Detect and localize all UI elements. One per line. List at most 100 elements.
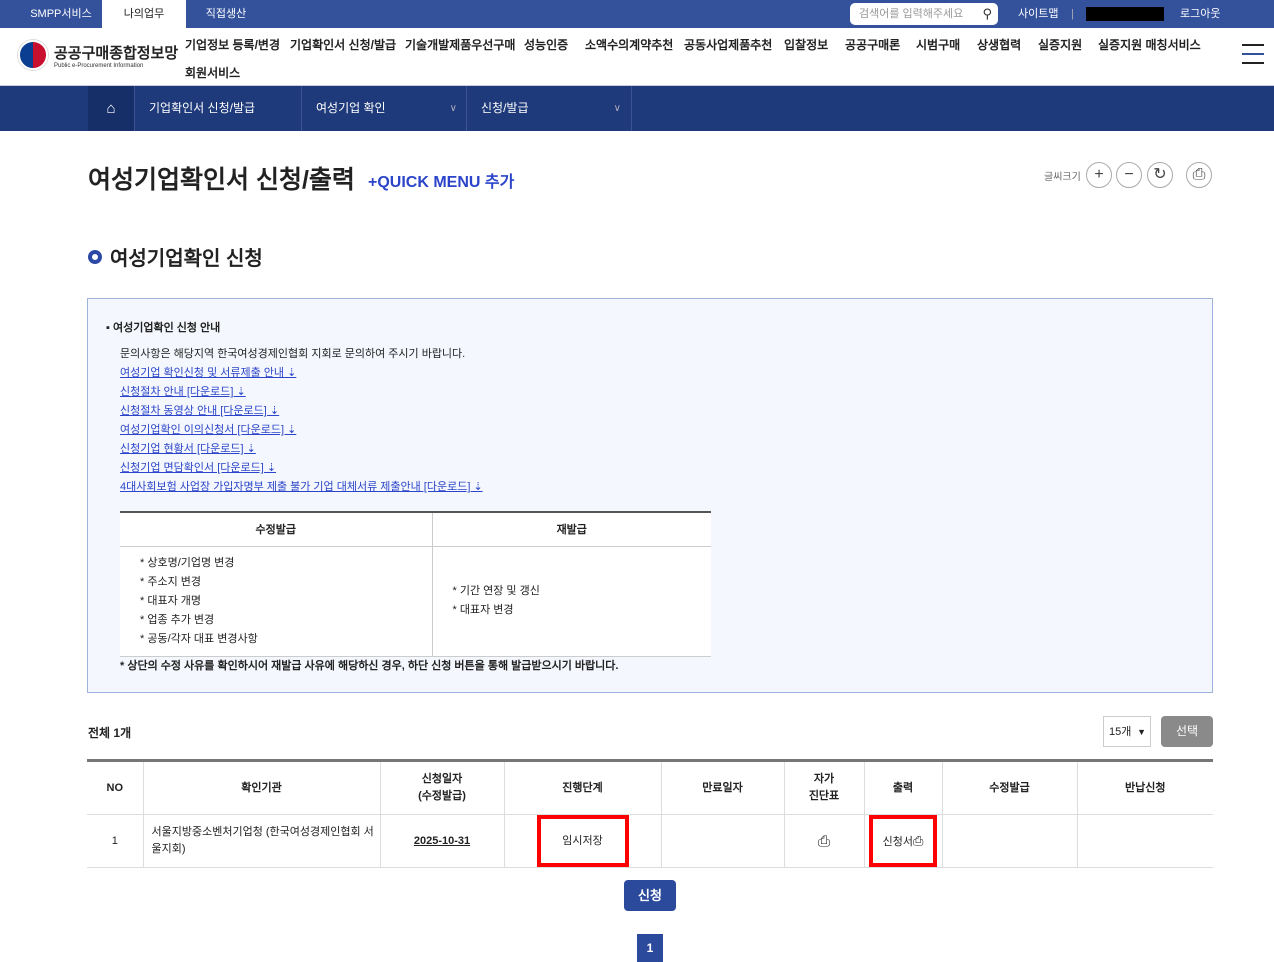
redacted-username xyxy=(1086,7,1164,21)
search-icon[interactable]: ⚲ xyxy=(982,3,992,25)
download-link[interactable]: 신청절차 안내 [다운로드] ⇣ xyxy=(120,383,246,399)
info-desc: 문의사항은 해당지역 한국여성경제인협회 지회로 문의하여 주시기 바랍니다. xyxy=(120,348,466,360)
column-header: 확인기관 xyxy=(142,759,380,815)
bullet-ring-icon xyxy=(88,249,102,264)
info-title-text: 여성기업확인 신청 안내 xyxy=(112,322,221,334)
column-header: 반납신청 xyxy=(1076,759,1213,815)
page-title: 여성기업확인서 신청/출력 xyxy=(88,166,355,194)
list-item: * 대표자 변경 xyxy=(452,604,514,616)
row-agency: 서울지방중소벤처기업청 (한국여성경제인협회 서울지회) xyxy=(142,814,380,868)
caret-down-icon: ▼ xyxy=(1137,727,1146,737)
download-link[interactable]: 신청기업 면담확인서 [다운로드] ⇣ xyxy=(120,459,276,475)
list-item: * 상호명/기업명 변경 xyxy=(140,556,235,569)
breadcrumb-dropdown[interactable]: 여성기업 확인 ∨ xyxy=(301,86,467,131)
column-header: NO xyxy=(87,759,143,815)
section-title-text: 여성기업확인 신청 xyxy=(110,248,263,270)
column-header: 자가 진단표 xyxy=(783,759,864,815)
breadcrumb-label: 기업확인서 신청/발급 xyxy=(149,101,256,115)
info-box: ▪ 여성기업확인 신청 안내 문의사항은 해당지역 한국여성경제인협회 지회로 … xyxy=(87,298,1213,693)
gnb-item[interactable]: 공동사업제품추천 xyxy=(684,36,772,53)
column-header: 신청일자 (수정발급) xyxy=(379,759,504,815)
download-link[interactable]: 여성기업확인 이의신청서 [다운로드] ⇣ xyxy=(120,421,296,437)
gnb-item[interactable]: 기업확인서 신청/발급 xyxy=(290,36,396,53)
gnb-item[interactable]: 입찰정보 xyxy=(784,36,828,53)
search-placeholder: 검색어를 입력해주세요 xyxy=(859,8,964,20)
logo-subtitle: Public e-Procurement Information xyxy=(54,62,144,69)
page-size-select[interactable]: 15개 ▼ xyxy=(1103,716,1151,747)
column-header: 출력 xyxy=(863,759,942,815)
info-note: * 상단의 수정 사유를 확인하시어 재발급 사유에 해당하신 경우, 하단 신… xyxy=(120,660,619,672)
divider: | xyxy=(1071,8,1074,20)
gnb-item[interactable]: 회원서비스 xyxy=(185,64,240,81)
pagination-page-1[interactable]: 1 xyxy=(637,934,663,962)
tab-my-work[interactable]: 나의업무 xyxy=(102,0,186,28)
list-item: * 기간 연장 및 갱신 xyxy=(452,585,540,597)
row-expiry xyxy=(660,814,784,868)
reset-icon[interactable]: ↻ xyxy=(1147,162,1173,188)
breadcrumb-nav: ⌂ 기업확인서 신청/발급 여성기업 확인 ∨ 신청/발급 ∨ xyxy=(0,86,1274,131)
logout-link[interactable]: 로그아웃 xyxy=(1180,0,1220,28)
list-item: * 공동/각자 대표 변경사항 xyxy=(140,632,258,645)
tab-smpp[interactable]: SMPP서비스 xyxy=(18,0,104,28)
row-return xyxy=(1076,814,1213,868)
download-link[interactable]: 4대사회보험 사업장 가입자명부 제출 불가 기업 대체서류 제출안내 [다운로… xyxy=(120,478,483,494)
search-input[interactable]: 검색어를 입력해주세요 ⚲ xyxy=(850,3,998,25)
gnb-item[interactable]: 기술개발제품우선구매 xyxy=(405,36,515,53)
gnb-item[interactable]: 공공구매론 xyxy=(845,36,900,53)
breadcrumb-dropdown[interactable]: 신청/발급 ∨ xyxy=(466,86,632,131)
info-title: ▪ 여성기업확인 신청 안내 xyxy=(106,322,221,334)
top-bar: SMPP서비스 나의업무 직접생산 검색어를 입력해주세요 ⚲ 사이트맵 | 로그… xyxy=(0,0,1274,28)
home-icon[interactable]: ⌂ xyxy=(88,86,134,131)
zoom-in-icon[interactable]: + xyxy=(1086,162,1112,188)
logo-title: 공공구매종합정보망 xyxy=(54,44,179,62)
download-link[interactable]: 여성기업 확인신청 및 서류제출 안내 ⇣ xyxy=(120,364,296,380)
quick-menu-add-link[interactable]: +QUICK MENU 추가 xyxy=(368,168,514,192)
application-table: NO 확인기관 신청일자 (수정발급) 진행단계 만료일자 자가 진단표 출력 … xyxy=(87,759,1213,868)
row-no: 1 xyxy=(87,814,143,868)
print-icon[interactable]: ⎙ xyxy=(913,833,923,848)
menu-icon[interactable] xyxy=(1242,44,1264,71)
logo[interactable]: 공공구매종합정보망 Public e-Procurement Informatio… xyxy=(18,40,178,70)
column-header: 만료일자 xyxy=(660,759,784,815)
print-icon[interactable]: ⎙ xyxy=(1186,162,1212,188)
page-size-value: 15개 xyxy=(1109,726,1132,738)
column-header: 수정발급 xyxy=(120,511,432,547)
list-item: * 대표자 개명 xyxy=(140,594,201,607)
apply-button[interactable]: 신청 xyxy=(624,880,676,911)
download-link[interactable]: 신청절차 동영상 안내 [다운로드] ⇣ xyxy=(120,402,279,418)
gnb-item[interactable]: 시범구매 xyxy=(916,36,960,53)
gnb-item[interactable]: 상생협력 xyxy=(977,36,1021,53)
chevron-down-icon: ∨ xyxy=(449,103,457,114)
modify-items: * 상호명/기업명 변경 * 주소지 변경 * 대표자 개명 * 업종 추가 변… xyxy=(120,546,432,657)
zoom-out-icon[interactable]: − xyxy=(1116,162,1142,188)
row-stage: 임시저장 xyxy=(562,835,603,847)
gnb-item[interactable]: 실증지원 매칭서비스 xyxy=(1098,36,1201,53)
section-title: 여성기업확인 신청 xyxy=(88,242,263,271)
column-header: 재발급 xyxy=(431,511,711,547)
breadcrumb-label: 여성기업 확인 xyxy=(316,101,386,115)
breadcrumb-item[interactable]: 기업확인서 신청/발급 xyxy=(134,86,302,131)
column-header: 수정발급 xyxy=(941,759,1077,815)
tab-direct-production[interactable]: 직접생산 xyxy=(186,0,266,28)
reissue-info-table: 수정발급 재발급 * 상호명/기업명 변경 * 주소지 변경 * 대표자 개명 *… xyxy=(120,511,711,657)
gnb-item[interactable]: 기업정보 등록/변경 xyxy=(185,36,280,53)
font-size-label: 글씨크기 xyxy=(1044,172,1081,183)
gnb-item[interactable]: 성능인증 xyxy=(524,36,568,53)
chevron-down-icon: ∨ xyxy=(613,103,621,114)
total-count: 전체 1개 xyxy=(88,726,132,740)
table-row: 1 서울지방중소벤처기업청 (한국여성경제인협회 서울지회) 2025-10-3… xyxy=(87,814,1213,868)
list-item: * 주소지 변경 xyxy=(140,575,201,588)
gnb-item[interactable]: 실증지원 xyxy=(1038,36,1082,53)
self-diagnosis-print-icon[interactable]: ⎙ xyxy=(783,814,864,868)
application-print-link[interactable]: 신청서 xyxy=(883,836,913,848)
select-button[interactable]: 선택 xyxy=(1161,716,1213,747)
header: 공공구매종합정보망 Public e-Procurement Informatio… xyxy=(0,28,1274,86)
highlight-box: 신청서⎙ xyxy=(869,815,937,867)
gnb-item[interactable]: 소액수의계약추천 xyxy=(585,36,673,53)
highlight-box: 임시저장 xyxy=(536,815,629,867)
row-date-link[interactable]: 2025-10-31 xyxy=(379,814,504,868)
reissue-items: * 기간 연장 및 갱신 * 대표자 변경 xyxy=(431,546,711,657)
row-stage-cell: 임시저장 xyxy=(503,814,661,868)
download-link[interactable]: 신청기업 현황서 [다운로드] ⇣ xyxy=(120,440,256,456)
sitemap-link[interactable]: 사이트맵 xyxy=(1018,0,1058,28)
